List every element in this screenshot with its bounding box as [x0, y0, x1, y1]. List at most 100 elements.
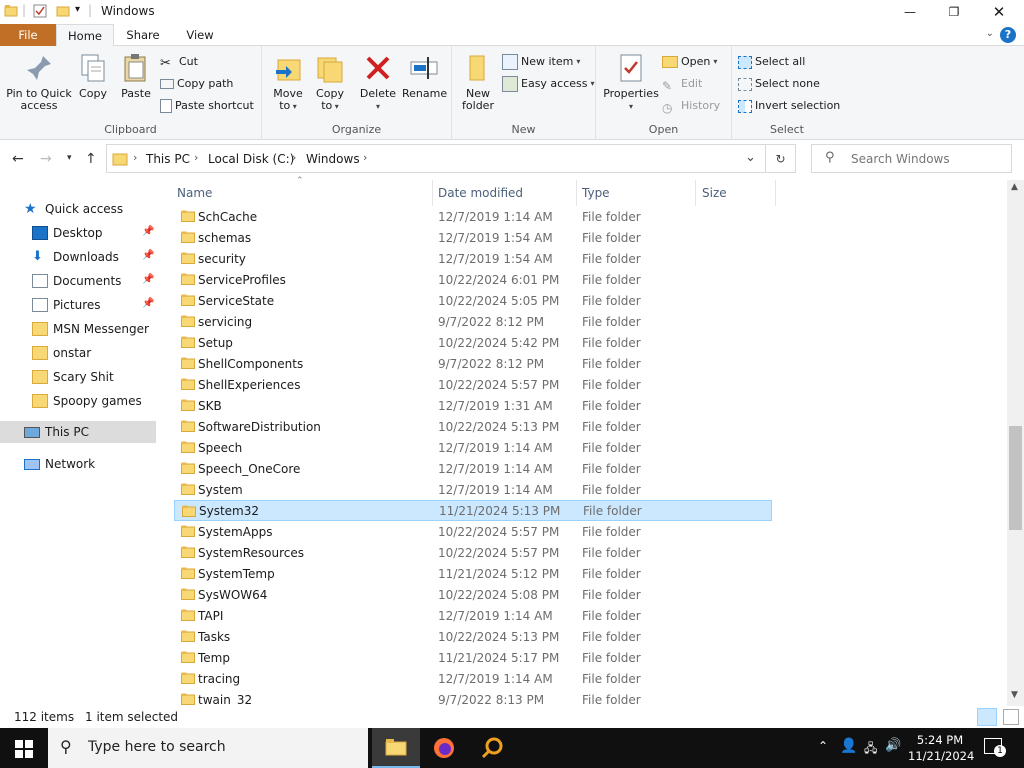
- paste-shortcut-button[interactable]: Paste shortcut: [160, 96, 254, 116]
- windows-start-icon[interactable]: [15, 740, 33, 758]
- file-row[interactable]: tracing 12/7/2019 1:14 AM File folder: [174, 668, 772, 689]
- column-separator[interactable]: [432, 180, 433, 206]
- scrollbar-thumb[interactable]: [1009, 426, 1022, 530]
- column-header-name[interactable]: Name: [177, 180, 212, 206]
- column-separator[interactable]: [695, 180, 696, 206]
- pin-icon[interactable]: 📌: [142, 298, 154, 309]
- history-button[interactable]: ◷ History: [662, 96, 720, 116]
- people-icon[interactable]: 👤: [840, 738, 857, 754]
- open-button[interactable]: Open ▾: [662, 52, 717, 72]
- taskbar-search-box[interactable]: ⚲ Type here to search: [48, 728, 368, 768]
- column-header-date[interactable]: Date modified: [438, 180, 523, 206]
- breadcrumb-local-disk[interactable]: Local Disk (C:): [208, 152, 294, 166]
- file-row[interactable]: ServiceState 10/22/2024 5:05 PM File folde…: [174, 290, 772, 311]
- minimize-button[interactable]: —: [887, 0, 933, 24]
- vertical-scrollbar[interactable]: ▲ ▼: [1007, 180, 1024, 706]
- nav-item-pictures[interactable]: Pictures 📌: [0, 294, 156, 316]
- address-dropdown-icon[interactable]: ⌄: [745, 150, 756, 165]
- copy-path-button[interactable]: Copy path: [160, 74, 233, 94]
- new-folder-button[interactable]: New folder: [458, 52, 498, 112]
- file-row[interactable]: SysWOW64 10/22/2024 5:08 PM File folder: [174, 584, 772, 605]
- notification-center-icon[interactable]: 1: [984, 738, 1006, 757]
- nav-item-scary-shit[interactable]: Scary Shit: [0, 366, 156, 388]
- file-row[interactable]: SystemResources 10/22/2024 5:57 PM File fo…: [174, 542, 772, 563]
- delete-button[interactable]: Delete ▾: [358, 52, 398, 113]
- tab-home[interactable]: Home: [56, 24, 114, 47]
- details-view-icon[interactable]: [977, 708, 997, 726]
- breadcrumb-chevron-icon[interactable]: ›: [292, 151, 296, 164]
- nav-network[interactable]: Network: [0, 453, 156, 475]
- file-row[interactable]: ShellExperiences 10/22/2024 5:57 PM File f…: [174, 374, 772, 395]
- paste-button[interactable]: Paste: [116, 52, 156, 100]
- new-item-button[interactable]: New item ▾: [502, 52, 580, 72]
- file-row[interactable]: ServiceProfiles 10/22/2024 6:01 PM File fo…: [174, 269, 772, 290]
- file-row[interactable]: SKB 12/7/2019 1:31 AM File folder: [174, 395, 772, 416]
- pin-quick-access-button[interactable]: Pin to Quick access: [6, 52, 72, 112]
- recent-locations-chevron-icon[interactable]: ▾: [67, 153, 72, 163]
- easy-access-button[interactable]: Easy access ▾: [502, 74, 595, 94]
- file-row[interactable]: System 12/7/2019 1:14 AM File folder: [174, 479, 772, 500]
- scroll-down-icon[interactable]: ▼: [1011, 690, 1018, 700]
- breadcrumb-chevron-icon[interactable]: ›: [194, 151, 198, 164]
- back-arrow-icon[interactable]: ←: [12, 151, 24, 167]
- copy-to-button[interactable]: Copy to ▾: [312, 52, 348, 113]
- firefox-taskbar-icon[interactable]: [420, 728, 468, 768]
- file-row[interactable]: SystemTemp 11/21/2024 5:12 PM File folder: [174, 563, 772, 584]
- file-row[interactable]: SchCache 12/7/2019 1:14 AM File folder: [174, 206, 772, 227]
- tab-view[interactable]: View: [172, 24, 228, 46]
- scroll-up-icon[interactable]: ▲: [1011, 182, 1018, 192]
- column-header-size[interactable]: Size: [702, 180, 727, 206]
- expand-ribbon-icon[interactable]: ⌄: [986, 28, 994, 39]
- edit-button[interactable]: ✎ Edit: [662, 74, 702, 94]
- nav-item-onstar[interactable]: onstar: [0, 342, 156, 364]
- select-none-button[interactable]: Select none: [738, 74, 820, 94]
- column-separator[interactable]: [775, 180, 776, 206]
- customize-toolbar-icon[interactable]: ▾: [75, 4, 80, 15]
- file-row[interactable]: ShellComponents 9/7/2022 8:12 PM File fold…: [174, 353, 772, 374]
- nav-quick-access[interactable]: ★ Quick access: [0, 198, 156, 220]
- breadcrumb-chevron-icon[interactable]: ›: [133, 151, 137, 164]
- breadcrumb-windows[interactable]: Windows: [306, 152, 360, 166]
- file-row[interactable]: schemas 12/7/2019 1:54 AM File folder: [174, 227, 772, 248]
- file-row[interactable]: security 12/7/2019 1:54 AM File folder: [174, 248, 772, 269]
- file-row[interactable]: SystemApps 10/22/2024 5:57 PM File folder: [174, 521, 772, 542]
- file-row[interactable]: SoftwareDistribution 10/22/2024 5:13 PM Fi…: [174, 416, 772, 437]
- taskbar-clock[interactable]: 5:24 PM 11/21/2024: [908, 732, 974, 764]
- file-row[interactable]: System32 11/21/2024 5:13 PM File folder: [174, 500, 772, 521]
- network-tray-icon[interactable]: 🖧: [864, 739, 877, 760]
- file-explorer-taskbar-icon[interactable]: [372, 728, 420, 768]
- properties-check-icon[interactable]: [33, 4, 47, 18]
- select-all-button[interactable]: Select all: [738, 52, 805, 72]
- nav-item-downloads[interactable]: ⬇ Downloads 📌: [0, 246, 156, 268]
- breadcrumb-this-pc[interactable]: This PC: [146, 152, 190, 166]
- show-hidden-icons-chevron[interactable]: ⌃: [818, 739, 828, 753]
- breadcrumb-chevron-icon[interactable]: ›: [363, 151, 367, 164]
- move-to-button[interactable]: Move to ▾: [270, 52, 306, 113]
- file-row[interactable]: Speech 12/7/2019 1:14 AM File folder: [174, 437, 772, 458]
- nav-this-pc[interactable]: This PC: [0, 421, 156, 443]
- nav-item-desktop[interactable]: Desktop 📌: [0, 222, 156, 244]
- column-header-type[interactable]: Type: [582, 180, 610, 206]
- close-button[interactable]: ✕: [976, 0, 1022, 24]
- copy-button[interactable]: Copy: [74, 52, 112, 100]
- nav-item-spoopy-games[interactable]: Spoopy games: [0, 390, 156, 412]
- rename-button[interactable]: Rename: [402, 52, 447, 100]
- file-row[interactable]: Tasks 10/22/2024 5:13 PM File folder: [174, 626, 772, 647]
- file-row[interactable]: TAPI 12/7/2019 1:14 AM File folder: [174, 605, 772, 626]
- volume-icon[interactable]: 🔊: [885, 738, 901, 753]
- properties-button[interactable]: Properties ▾: [602, 52, 660, 113]
- refresh-button[interactable]: ↻: [766, 144, 796, 173]
- pin-icon[interactable]: 📌: [142, 250, 154, 261]
- file-row[interactable]: Setup 10/22/2024 5:42 PM File folder: [174, 332, 772, 353]
- new-folder-quick-icon[interactable]: [56, 4, 70, 18]
- tab-file[interactable]: File: [0, 24, 56, 46]
- search-input[interactable]: ⚲ Search Windows: [811, 144, 1012, 173]
- column-separator[interactable]: [576, 180, 577, 206]
- file-row[interactable]: Temp 11/21/2024 5:17 PM File folder: [174, 647, 772, 668]
- search-app-taskbar-icon[interactable]: [468, 728, 516, 768]
- forward-arrow-icon[interactable]: →: [40, 151, 52, 167]
- invert-selection-button[interactable]: Invert selection: [738, 96, 840, 116]
- nav-item-documents[interactable]: Documents 📌: [0, 270, 156, 292]
- tab-share[interactable]: Share: [114, 24, 172, 46]
- file-row[interactable]: servicing 9/7/2022 8:12 PM File folder: [174, 311, 772, 332]
